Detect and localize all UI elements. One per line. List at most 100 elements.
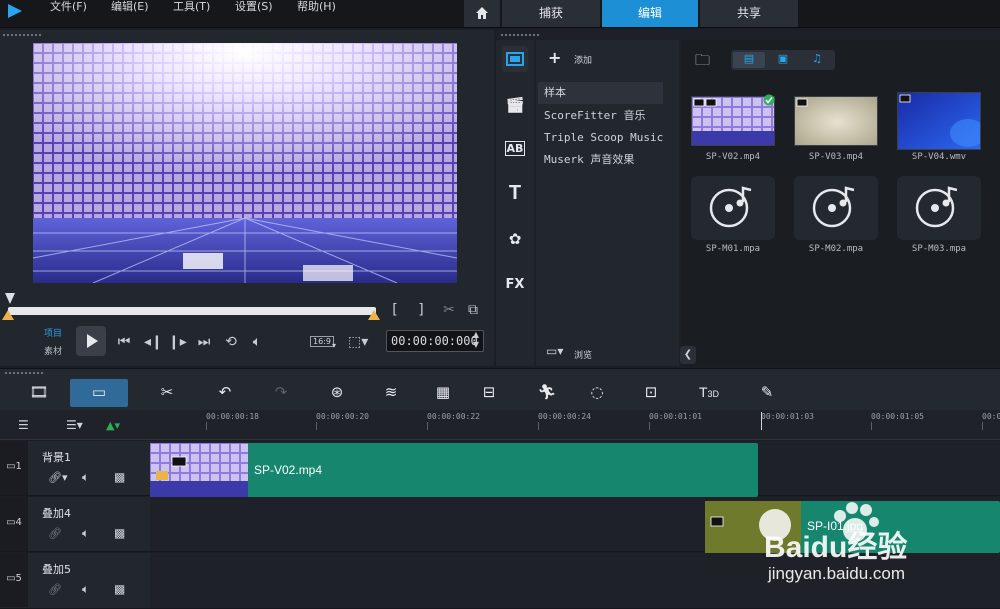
ruler-tick xyxy=(427,422,428,430)
undo-icon[interactable]: ↶ xyxy=(214,383,236,401)
browse-icon[interactable]: ▭▾ xyxy=(546,344,563,358)
media-thumbnail[interactable] xyxy=(897,92,981,150)
mask-creator-icon[interactable]: ◌ xyxy=(586,383,608,401)
music-note-icon xyxy=(709,186,752,228)
timeline-view-icon[interactable]: ▭ xyxy=(88,383,110,401)
link-icon[interactable]: 🔗︎ xyxy=(48,583,62,596)
track-number-video[interactable]: ▭1 xyxy=(0,441,28,495)
volume-icon[interactable]: 🔈︎ xyxy=(248,334,266,350)
record-capture-icon[interactable]: ⊛ xyxy=(326,383,348,401)
motion-tracking-icon[interactable]: 🏃︎ xyxy=(536,383,558,401)
volume-icon[interactable]: 🔈︎ xyxy=(82,582,89,597)
ruler-label: 00:00:00:20 xyxy=(316,412,369,421)
preview-scrub-bar[interactable] xyxy=(8,307,376,315)
media-thumbnail[interactable] xyxy=(794,176,878,240)
project-mode-label[interactable]: 项目 xyxy=(44,326,62,339)
add-chapter-icon[interactable]: ☰▾ xyxy=(66,418,83,432)
track-visibility-icon[interactable]: ▩ xyxy=(114,526,125,540)
storyboard-view-icon[interactable]: 🎞︎ xyxy=(28,383,50,401)
add-folder-icon[interactable]: + xyxy=(548,48,561,67)
multicam-icon[interactable]: ✎ xyxy=(756,383,778,401)
track-number: 5 xyxy=(15,573,22,584)
previous-frame-icon[interactable]: ◂❙ xyxy=(144,334,163,350)
title-icon[interactable]: T xyxy=(502,180,528,206)
panel-grip[interactable] xyxy=(4,371,44,375)
start-marker-icon[interactable] xyxy=(4,292,16,306)
link-icon[interactable]: 🔗︎ xyxy=(48,527,62,540)
track-visibility-icon[interactable]: ▩ xyxy=(114,582,125,596)
media-icon[interactable] xyxy=(502,46,528,72)
folder-item[interactable]: Muserk 声音效果 xyxy=(544,150,634,170)
folder-item[interactable]: 样本 xyxy=(544,83,566,103)
timeline-clip-video[interactable]: SP-V02.mp4 xyxy=(150,443,758,497)
enlarge-preview-icon[interactable]: ⧉ xyxy=(464,302,482,318)
folder-item[interactable]: ScoreFitter 音乐 xyxy=(544,106,645,126)
playhead-marker[interactable] xyxy=(761,412,762,430)
play-button[interactable] xyxy=(76,326,106,356)
transition-icon[interactable]: AB xyxy=(502,136,528,162)
chevron-down-icon[interactable]: ▾ xyxy=(332,338,336,354)
filter-video-icon[interactable]: ▤ xyxy=(733,52,765,68)
split-screen-icon[interactable]: ⊟ xyxy=(478,383,500,401)
folder-item[interactable]: Triple Scoop Music xyxy=(544,128,663,148)
timeline-ruler[interactable]: 00:00:00:18 00:00:00:20 00:00:00:22 00:0… xyxy=(150,410,1000,440)
mark-out-button[interactable]: ] xyxy=(414,302,428,318)
instant-project-icon[interactable]: 🎬︎ xyxy=(502,92,528,118)
next-frame-icon[interactable]: ❙▸ xyxy=(168,334,187,350)
pan-zoom-icon[interactable]: ⊡ xyxy=(640,383,662,401)
ruler-label: 00:00:01:03 xyxy=(761,412,814,421)
preview-video[interactable] xyxy=(33,43,457,283)
filter-photo-icon[interactable]: ▣ xyxy=(767,52,799,68)
link-icon[interactable]: 🔗︎▾ xyxy=(48,471,68,484)
title-3d-icon[interactable]: T3D xyxy=(694,383,724,401)
tools-icon[interactable]: ✂ xyxy=(156,383,178,401)
collapse-panel-icon[interactable]: ❮ xyxy=(680,346,696,364)
ruler-tick xyxy=(982,422,983,430)
add-folder-label[interactable]: 添加 xyxy=(574,53,592,66)
graphics-icon[interactable]: ✿ xyxy=(502,226,528,252)
track-manager-icon[interactable]: ☰ xyxy=(18,418,29,432)
redo-icon[interactable]: ↷ xyxy=(270,383,292,401)
tab-edit[interactable]: 编辑 xyxy=(602,0,698,27)
clip-mode-label[interactable]: 素材 xyxy=(44,344,62,357)
end-button-icon[interactable]: ⏭ xyxy=(196,334,212,350)
track-name[interactable]: 叠加5 xyxy=(42,561,71,577)
track-name[interactable]: 背景1 xyxy=(42,449,71,465)
track-visibility-icon[interactable]: ▩ xyxy=(114,470,125,484)
menu-help[interactable]: 帮助(H) xyxy=(297,0,336,14)
media-thumbnail[interactable] xyxy=(691,176,775,240)
media-thumbnail[interactable] xyxy=(897,176,981,240)
trim-end-handle[interactable] xyxy=(368,310,380,320)
mark-in-button[interactable]: [ xyxy=(388,302,402,318)
crop-display-icon[interactable]: ⬚▾ xyxy=(348,334,368,350)
trim-start-handle[interactable] xyxy=(2,310,14,320)
menu-tools[interactable]: 工具(T) xyxy=(173,0,210,14)
volume-icon[interactable]: 🔈︎ xyxy=(82,526,89,541)
volume-icon[interactable]: 🔈︎ xyxy=(82,470,89,485)
ripple-edit-icon[interactable]: ▲▾ xyxy=(106,419,120,432)
panel-grip[interactable] xyxy=(500,33,540,37)
track-number-overlay[interactable]: ▭4 xyxy=(0,497,28,551)
sound-mixer-icon[interactable]: ≋ xyxy=(380,383,402,401)
tab-capture[interactable]: 捕获 xyxy=(502,0,600,27)
import-folder-icon[interactable]: 🗀︎ xyxy=(695,50,710,75)
auto-music-icon[interactable]: ▦ xyxy=(432,383,454,401)
tab-share[interactable]: 共享 xyxy=(700,0,798,27)
tab-home[interactable] xyxy=(464,0,500,27)
fx-icon[interactable]: FX xyxy=(502,272,528,298)
scissors-icon[interactable]: ✂ xyxy=(440,302,458,318)
home-button-icon[interactable]: ⏮ xyxy=(116,334,132,350)
filter-audio-icon[interactable]: ♫ xyxy=(801,52,833,68)
timecode-stepper-icon[interactable]: ▲ ▼ xyxy=(470,330,482,350)
panel-grip[interactable] xyxy=(2,33,42,37)
media-thumbnail[interactable] xyxy=(794,96,878,146)
track-lane-1[interactable]: SP-V02.mp4 xyxy=(150,441,1000,497)
menu-edit[interactable]: 编辑(E) xyxy=(111,0,149,14)
browse-label[interactable]: 浏览 xyxy=(574,348,592,361)
menu-file[interactable]: 文件(F) xyxy=(50,0,87,14)
track-name[interactable]: 叠加4 xyxy=(42,505,71,521)
menu-settings[interactable]: 设置(S) xyxy=(235,0,273,14)
repeat-icon[interactable]: ⟲ xyxy=(222,334,240,350)
track-number-overlay[interactable]: ▭5 xyxy=(0,553,28,607)
aspect-ratio-button[interactable]: 16:9 xyxy=(310,336,334,347)
